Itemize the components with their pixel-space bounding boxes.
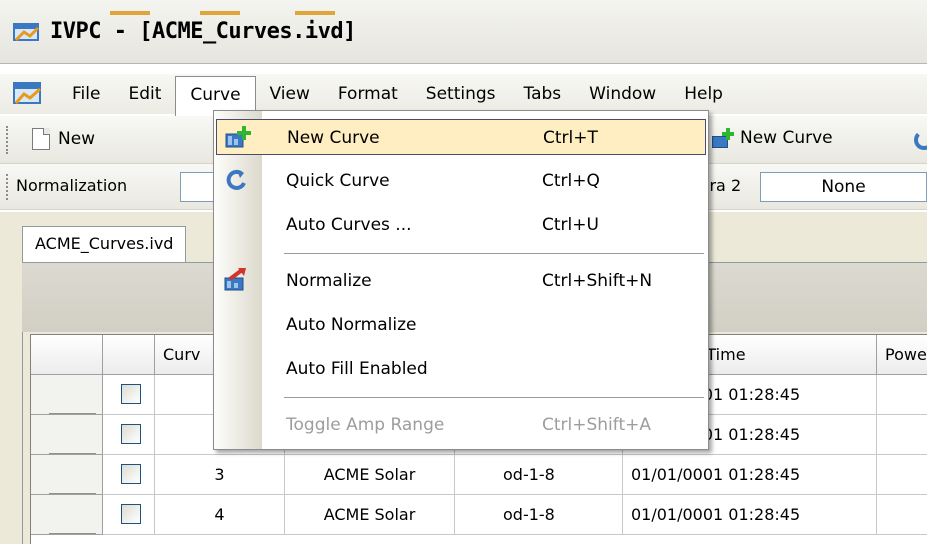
- normbar-grip[interactable]: [6, 174, 9, 200]
- menu-item-normalize[interactable]: Normalize Ctrl+Shift+N: [216, 263, 706, 299]
- menu-item-auto-curves[interactable]: Auto Curves ... Ctrl+U: [216, 207, 706, 243]
- normalization-label: Normalization: [16, 176, 128, 195]
- cell-name: ACME Solar: [285, 455, 455, 495]
- menu-help[interactable]: Help: [670, 76, 737, 112]
- cell-power: 5,: [877, 415, 927, 455]
- menu-file[interactable]: File: [58, 76, 114, 112]
- cell-time: 01/01/0001 01:28:45: [623, 455, 877, 495]
- row-selector[interactable]: [31, 415, 103, 455]
- menu-item-new-curve[interactable]: New Curve Ctrl+T: [216, 119, 706, 155]
- cell-power: 5,: [877, 455, 927, 495]
- cell-id: od-1-8: [455, 455, 623, 495]
- menu-item-quick-curve[interactable]: Quick Curve Ctrl+Q: [216, 163, 706, 199]
- cell-curve: 3: [155, 455, 285, 495]
- table-row[interactable]: 3 ACME Solar od-1-8 01/01/0001 01:28:45 …: [31, 455, 927, 495]
- curve-menu-dropdown: New Curve Ctrl+T Quick Curve Ctrl+Q Auto…: [213, 110, 709, 450]
- menu-item-shortcut: Ctrl+Q: [542, 171, 600, 191]
- document-icon[interactable]: [10, 79, 44, 109]
- cell-curve: 4: [155, 495, 285, 535]
- menu-item-shortcut: Ctrl+T: [543, 128, 598, 148]
- normalize-icon: [224, 267, 250, 291]
- menu-item-toggle-amp-range: Toggle Amp Range Ctrl+Shift+A: [216, 407, 706, 443]
- cell-id: od-1-8: [455, 495, 623, 535]
- menu-item-label: Auto Curves ...: [286, 215, 412, 235]
- row-checkbox[interactable]: [121, 504, 141, 524]
- new-curve-icon: [712, 128, 734, 148]
- new-document-icon: [32, 128, 50, 150]
- menu-settings[interactable]: Settings: [412, 76, 510, 112]
- menu-item-auto-normalize[interactable]: Auto Normalize: [216, 307, 706, 343]
- title-accents: [110, 0, 340, 15]
- menu-item-label: Quick Curve: [286, 171, 390, 191]
- menu-separator: [284, 253, 704, 254]
- menu-item-shortcut: Ctrl+U: [542, 215, 599, 235]
- row-checkbox[interactable]: [121, 464, 141, 484]
- quick-curve-icon: [224, 167, 250, 191]
- table-row[interactable]: 4 ACME Solar od-1-8 01/01/0001 01:28:45 …: [31, 495, 927, 535]
- menu-separator: [284, 397, 704, 398]
- menu-view[interactable]: View: [256, 76, 324, 112]
- row-checkbox-cell: [103, 455, 155, 495]
- cell-name: ACME Solar: [285, 495, 455, 535]
- new-curve-icon: [225, 125, 251, 149]
- row-selector[interactable]: [31, 375, 103, 415]
- menu-format[interactable]: Format: [324, 76, 412, 112]
- row-selector[interactable]: [31, 495, 103, 535]
- refresh-icon[interactable]: [914, 130, 927, 150]
- window-title: IVPC - [ACME_Curves.ivd]: [50, 19, 356, 44]
- menu-item-label: Auto Normalize: [286, 315, 417, 335]
- cell-time: 01/01/0001 01:28:45: [623, 495, 877, 535]
- row-checkbox[interactable]: [121, 424, 141, 444]
- menu-edit[interactable]: Edit: [114, 76, 175, 112]
- row-selector[interactable]: [31, 455, 103, 495]
- menu-item-label: New Curve: [287, 128, 380, 148]
- menu-tabs[interactable]: Tabs: [510, 76, 576, 112]
- row-checkbox-cell: [103, 375, 155, 415]
- row-checkbox-cell: [103, 415, 155, 455]
- menu-item-label: Toggle Amp Range: [286, 415, 445, 435]
- row-checkbox-cell: [103, 495, 155, 535]
- menu-bar: File Edit Curve View Format Settings Tab…: [0, 74, 927, 118]
- cell-power: 5,: [877, 375, 927, 415]
- new-button[interactable]: New: [32, 128, 95, 150]
- menu-item-shortcut: Ctrl+Shift+N: [542, 271, 653, 291]
- header-checkbox: [103, 335, 155, 375]
- app-icon: [12, 20, 40, 44]
- tab-document[interactable]: ACME_Curves.ivd: [22, 226, 187, 262]
- title-bar: IVPC - [ACME_Curves.ivd]: [0, 0, 927, 64]
- menu-window[interactable]: Window: [575, 76, 670, 112]
- lyra-select[interactable]: None: [760, 172, 927, 202]
- cell-power: 4,: [877, 495, 927, 535]
- header-power[interactable]: Power: [877, 335, 927, 375]
- new-curve-button[interactable]: New Curve: [712, 128, 833, 148]
- row-checkbox[interactable]: [121, 384, 141, 404]
- menu-item-label: Auto Fill Enabled: [286, 359, 428, 379]
- new-button-label: New: [58, 129, 96, 149]
- menu-item-shortcut: Ctrl+Shift+A: [542, 415, 652, 435]
- toolbar-grip[interactable]: [6, 126, 9, 154]
- header-row-selector: [31, 335, 103, 375]
- menu-item-label: Normalize: [286, 271, 372, 291]
- menu-item-auto-fill-enabled[interactable]: Auto Fill Enabled: [216, 351, 706, 387]
- new-curve-button-label: New Curve: [740, 128, 833, 148]
